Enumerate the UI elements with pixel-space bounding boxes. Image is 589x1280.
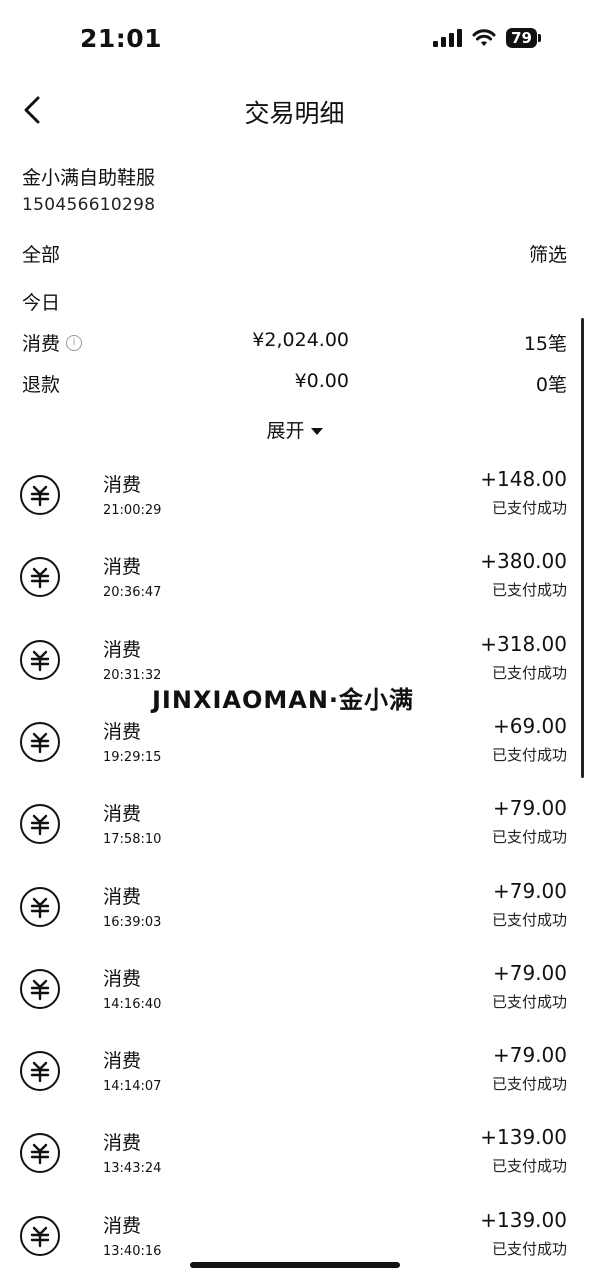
transaction-row[interactable]: 消费 13:43:24 +139.00 已支付成功	[0, 1113, 589, 1195]
yuan-coin-icon	[20, 639, 60, 680]
merchant-id: 150456610298	[22, 195, 156, 215]
yuan-coin-icon	[20, 968, 60, 1009]
yuan-coin-icon	[20, 475, 60, 515]
transaction-amount: +148.00	[480, 467, 567, 491]
transaction-time: 14:16:40	[103, 996, 162, 1012]
consume-summary-row: 消费 i ¥2,024.00 15笔	[22, 329, 567, 359]
consume-label: 消费	[22, 333, 61, 355]
transaction-row[interactable]: 消费 14:14:07 +79.00 已支付成功	[0, 1031, 589, 1113]
transaction-row[interactable]: 消费 14:16:40 +79.00 已支付成功	[0, 949, 589, 1031]
today-section-label: 今日	[22, 292, 61, 314]
transaction-row[interactable]: 消费 17:58:10 +79.00 已支付成功	[0, 784, 589, 866]
transaction-amount: +318.00	[480, 631, 567, 656]
battery-level: 79	[506, 28, 537, 48]
transaction-time: 21:00:29	[103, 503, 162, 518]
transaction-type: 消费	[103, 638, 142, 661]
transaction-type: 消费	[103, 1050, 142, 1073]
transaction-status: 已支付成功	[491, 581, 567, 600]
transaction-time: 19:29:15	[103, 749, 162, 765]
expand-button[interactable]: 展开	[0, 416, 589, 443]
page-title: 交易明细	[244, 99, 345, 128]
wifi-icon	[472, 29, 496, 46]
transaction-row[interactable]: 消费 20:36:47 +380.00 已支付成功	[0, 537, 589, 619]
transaction-type: 消费	[103, 556, 142, 579]
filter-button[interactable]: 筛选	[529, 240, 567, 267]
status-time: 21:01	[80, 24, 163, 53]
cellular-signal-icon	[433, 29, 463, 47]
transaction-status: 已支付成功	[491, 1239, 567, 1258]
transaction-status: 已支付成功	[491, 1075, 567, 1094]
home-indicator[interactable]	[190, 1262, 400, 1268]
transaction-amount: +139.00	[480, 1125, 567, 1150]
consume-count: 15笔	[523, 333, 567, 355]
transaction-status: 已支付成功	[491, 1157, 567, 1176]
nav-bar: 交易明细	[0, 80, 589, 140]
yuan-coin-icon	[20, 557, 60, 598]
transaction-type: 消费	[103, 967, 142, 990]
transaction-time: 13:40:16	[103, 1243, 162, 1259]
refund-label: 退款	[22, 374, 61, 396]
transaction-status: 已支付成功	[491, 992, 567, 1011]
transaction-time: 20:36:47	[103, 585, 162, 601]
transaction-amount: +79.00	[492, 796, 567, 821]
transaction-amount: +380.00	[480, 549, 567, 574]
watermark: JINXIAOMAN·金小满	[152, 686, 415, 714]
transaction-time: 17:58:10	[103, 832, 162, 848]
yuan-coin-icon	[20, 1051, 60, 1092]
transaction-status: 已支付成功	[491, 910, 567, 929]
yuan-coin-icon	[20, 1133, 60, 1174]
transaction-type: 消费	[103, 1132, 142, 1155]
yuan-coin-icon	[20, 1215, 60, 1256]
yuan-coin-icon	[20, 721, 60, 762]
transaction-amount: +69.00	[492, 713, 567, 738]
transaction-type: 消费	[103, 720, 142, 743]
refund-count: 0笔	[535, 374, 567, 396]
transaction-type: 消费	[103, 803, 142, 826]
transaction-amount: +79.00	[492, 960, 567, 985]
transaction-time: 14:14:07	[103, 1079, 162, 1095]
transaction-status: 已支付成功	[491, 745, 567, 764]
status-icons: 79	[433, 28, 541, 48]
transaction-status: 已支付成功	[491, 828, 567, 847]
transaction-type: 消费	[103, 885, 142, 908]
transaction-type: 消费	[103, 1214, 142, 1237]
caret-down-icon	[310, 428, 323, 435]
status-bar: 21:01 79	[0, 0, 589, 80]
merchant-name: 金小满自助鞋服	[22, 167, 156, 189]
transaction-time: 13:43:24	[103, 1161, 162, 1177]
transaction-amount: +79.00	[492, 878, 567, 903]
transaction-type: 消费	[103, 474, 142, 496]
transaction-status: 已支付成功	[491, 499, 567, 517]
refund-amount: ¥0.00	[294, 370, 349, 392]
consume-amount: ¥2,024.00	[252, 329, 349, 351]
transaction-time: 16:39:03	[103, 914, 162, 930]
transaction-amount: +139.00	[480, 1207, 567, 1232]
transaction-status: 已支付成功	[491, 663, 567, 682]
yuan-coin-icon	[20, 804, 60, 845]
all-transactions-tab[interactable]: 全部	[22, 240, 60, 267]
refund-summary-row: 退款 ¥0.00 0笔	[22, 370, 567, 400]
transaction-amount: +79.00	[492, 1043, 567, 1068]
transaction-row[interactable]: 消费 16:39:03 +79.00 已支付成功	[0, 867, 589, 949]
expand-label: 展开	[266, 420, 305, 442]
info-icon[interactable]: i	[66, 334, 83, 351]
transaction-row[interactable]: 消费 21:00:29 +148.00 已支付成功	[0, 455, 589, 537]
battery-icon: 79	[506, 28, 541, 48]
yuan-coin-icon	[20, 886, 60, 927]
